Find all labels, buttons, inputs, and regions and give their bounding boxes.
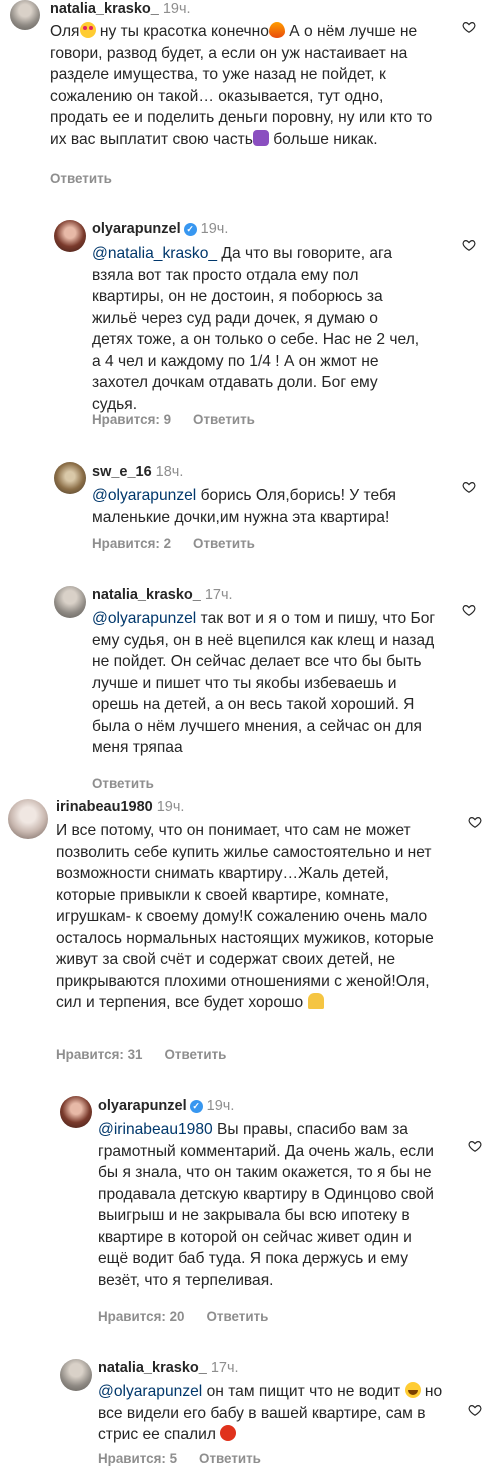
- avatar[interactable]: [60, 1096, 92, 1128]
- comment-text-part: И все потому, что он понимает, что сам н…: [56, 822, 434, 1011]
- comment-text-part: больше никак.: [268, 130, 378, 148]
- comment-actions: Нравится: 9 Ответить: [92, 412, 255, 427]
- comment-text: @olyarapunzel так вот и я о том и пишу, …: [92, 608, 446, 759]
- reply-button[interactable]: Ответить: [206, 1309, 268, 1324]
- comment-text: @olyarapunzel он там пищит что не водит …: [98, 1381, 450, 1446]
- reply-button[interactable]: Ответить: [92, 776, 154, 791]
- heart-outline-icon[interactable]: [468, 815, 482, 829]
- comment-text-part: А о нём лучше не говори, развод будет, а…: [50, 23, 433, 148]
- comment-text-part: Вы правы, спасибо вам за грамотный комме…: [98, 1121, 435, 1289]
- comment-actions: Ответить: [50, 171, 112, 186]
- heart-outline-icon[interactable]: [462, 238, 476, 252]
- username[interactable]: olyarapunzel: [98, 1098, 187, 1114]
- fire-icon: [268, 22, 285, 38]
- smiling-face-with-heart-eyes-icon: [79, 22, 96, 38]
- comment-actions: Ответить: [92, 776, 154, 791]
- timestamp: 17ч.: [204, 587, 233, 603]
- comment-text: И все потому, что он понимает, что сам н…: [56, 820, 452, 1014]
- comment-text: @natalia_krasko_ Да что вы говорите, ага…: [92, 243, 422, 415]
- timestamp: 19ч.: [162, 1, 191, 17]
- comment-header: olyarapunzel ✓ 19ч.: [92, 221, 228, 237]
- comment-text: @olyarapunzel борись Оля,борись! У тебя …: [92, 485, 452, 528]
- reply-button[interactable]: Ответить: [193, 412, 255, 427]
- mention-link[interactable]: @olyarapunzel: [92, 610, 196, 627]
- comment-text: @irinabeau1980 Вы правы, спасибо вам за …: [98, 1119, 446, 1291]
- comment-text-part: так вот и я о том и пишу, что Бог ему су…: [92, 610, 436, 756]
- likes-count[interactable]: Нравится: 2: [92, 536, 171, 551]
- likes-count[interactable]: Нравится: 9: [92, 412, 171, 427]
- comment-header: natalia_krasko_ 17ч.: [92, 587, 233, 603]
- heart-outline-icon[interactable]: [468, 1403, 482, 1417]
- comment-header: irinabeau1980 19ч.: [56, 799, 184, 815]
- mention-link[interactable]: @olyarapunzel: [98, 1383, 202, 1400]
- verified-badge-icon: ✓: [189, 1100, 203, 1113]
- likes-count[interactable]: Нравится: 20: [98, 1309, 184, 1324]
- face-with-tears-of-joy-icon: [404, 1382, 421, 1398]
- comment-actions: Нравится: 2 Ответить: [92, 536, 255, 551]
- timestamp: 19ч.: [156, 799, 185, 815]
- avatar[interactable]: [60, 1359, 92, 1391]
- comment-header: olyarapunzel ✓ 19ч.: [98, 1098, 234, 1114]
- username[interactable]: natalia_krasko_: [50, 1, 159, 17]
- mention-link[interactable]: @olyarapunzel: [92, 487, 196, 504]
- reply-button[interactable]: Ответить: [164, 1047, 226, 1062]
- username[interactable]: natalia_krasko_: [92, 587, 201, 603]
- heart-outline-icon[interactable]: [462, 20, 476, 34]
- avatar[interactable]: [54, 220, 86, 252]
- timestamp: 17ч.: [210, 1360, 239, 1376]
- verified-badge-icon: ✓: [183, 223, 197, 236]
- avatar[interactable]: [8, 799, 48, 839]
- username[interactable]: olyarapunzel: [92, 221, 181, 237]
- avatar[interactable]: [10, 0, 40, 30]
- reply-button[interactable]: Ответить: [193, 536, 255, 551]
- likes-count[interactable]: Нравится: 5: [98, 1451, 177, 1466]
- comment-actions: Нравится: 5 Ответить: [98, 1451, 261, 1466]
- comment-actions: Нравится: 31 Ответить: [56, 1047, 226, 1062]
- mention-link[interactable]: @natalia_krasko_: [92, 245, 217, 262]
- reply-button[interactable]: Ответить: [50, 171, 112, 186]
- folded-hands-icon: [307, 993, 324, 1009]
- username[interactable]: sw_e_16: [92, 464, 152, 480]
- comment-text: Оля ну ты красотка конечно А о нём лучше…: [50, 21, 442, 150]
- timestamp: 19ч.: [206, 1098, 235, 1114]
- heart-outline-icon[interactable]: [462, 603, 476, 617]
- avatar[interactable]: [54, 586, 86, 618]
- timestamp: 19ч.: [200, 221, 229, 237]
- heart-outline-icon[interactable]: [468, 1139, 482, 1153]
- angry-face-icon: [220, 1425, 237, 1441]
- comment-text-part: Оля: [50, 23, 80, 40]
- comment-header: sw_e_16 18ч.: [92, 464, 183, 480]
- comment-text-part: ну ты красотка конечно: [95, 23, 269, 40]
- comment-text-part: Да что вы говорите, ага взяла вот так пр…: [92, 245, 420, 413]
- avatar[interactable]: [54, 462, 86, 494]
- username[interactable]: irinabeau1980: [56, 799, 153, 815]
- likes-count[interactable]: Нравится: 31: [56, 1047, 142, 1062]
- comment-header: natalia_krasko_ 19ч.: [50, 1, 191, 17]
- comment-header: natalia_krasko_ 17ч.: [98, 1360, 239, 1376]
- comment-actions: Нравится: 20 Ответить: [98, 1309, 268, 1324]
- username[interactable]: natalia_krasko_: [98, 1360, 207, 1376]
- facepalm-icon: [252, 129, 269, 146]
- comment-text-part: он там пищит что не водит: [202, 1383, 405, 1400]
- mention-link[interactable]: @irinabeau1980: [98, 1121, 213, 1138]
- heart-outline-icon[interactable]: [462, 480, 476, 494]
- timestamp: 18ч.: [155, 464, 184, 480]
- reply-button[interactable]: Ответить: [199, 1451, 261, 1466]
